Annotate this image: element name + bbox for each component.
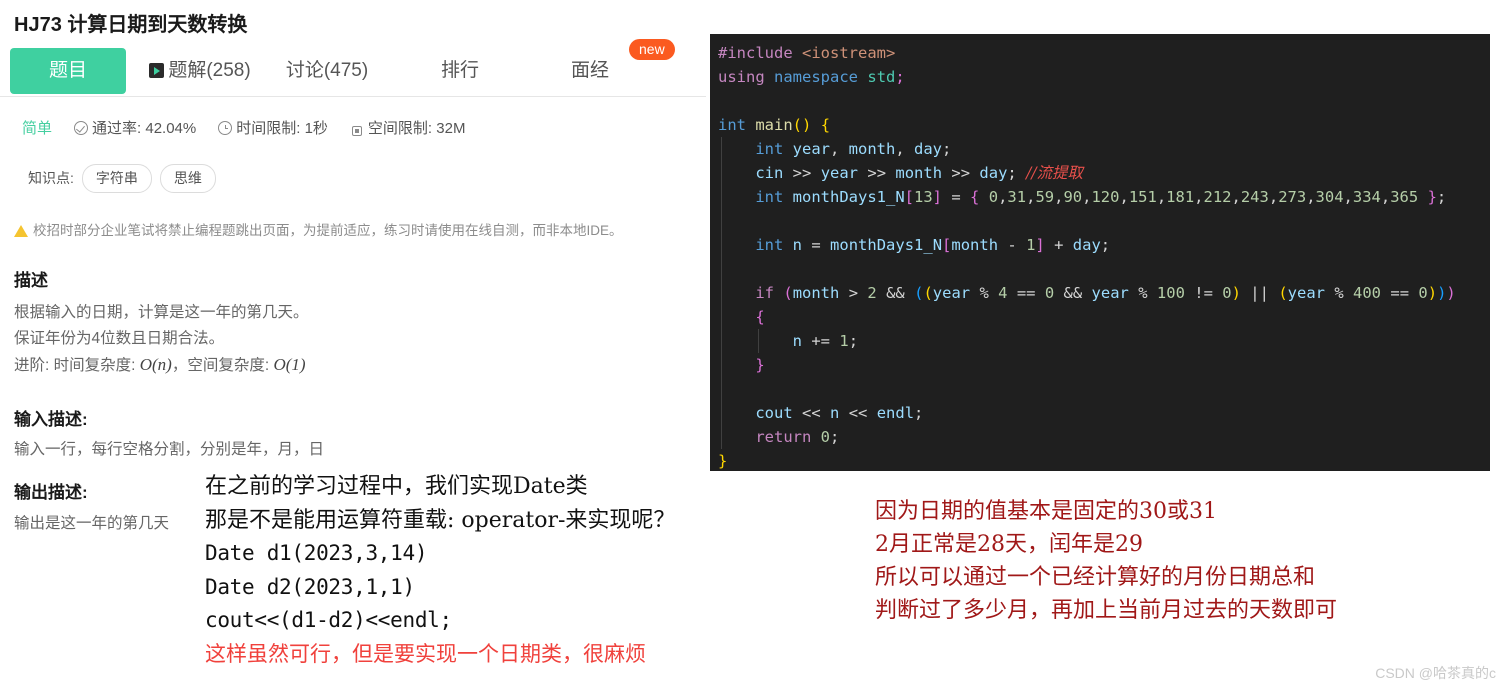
output-heading: 输出描述: (14, 483, 88, 502)
code-line: int main() { (718, 116, 831, 134)
pass-rate-item: 通过率: 42.04% (74, 117, 196, 138)
difficulty-label: 简单 (22, 120, 53, 137)
description-line-2: 保证年份为4位数且日期合法。 (14, 330, 225, 347)
annotation-left-line-1: 在之前的学习过程中，我们实现Date类 (205, 474, 588, 499)
annotation-left-line-5: cout<<(d1-d2)<<endl; (205, 608, 452, 632)
code-line (718, 209, 1456, 233)
code-content: #include <iostream> using namespace std; … (718, 41, 1456, 471)
code-line: } (718, 353, 1456, 377)
tab-problem-label: 题目 (48, 60, 87, 81)
tab-bar: 题目 题解(258) 讨论(475) 排行 面经 (0, 48, 706, 97)
time-limit-label: 时间限制: 1秒 (236, 120, 328, 137)
tab-discussion-label: 讨论(475) (285, 60, 369, 81)
code-line: if (month > 2 && ((year % 4 == 0 && year… (718, 281, 1456, 305)
tab-solutions-label: 题解(258) (168, 60, 251, 81)
annotation-left-line-6: 这样虽然可行，但是要实现一个日期类，很麻烦 (205, 641, 646, 666)
clock-icon (218, 121, 233, 135)
play-icon (149, 63, 165, 78)
annotation-left-line-4: Date d2(2023,1,1) (205, 574, 415, 599)
description-heading: 描述 (14, 271, 48, 290)
code-line (718, 377, 1456, 401)
output-description-text: 输出是这一年的第几天 (14, 515, 170, 532)
page-title: HJ73 计算日期到天数转换 (14, 14, 248, 36)
code-editor[interactable]: #include <iostream> using namespace std; … (710, 34, 1490, 471)
annotation-right: 因为日期的值基本是固定的30或31 2月正常是28天，闰年是29 所以可以通过一… (875, 495, 1337, 627)
code-line: cin >> year >> month >> day; //流提取 (718, 161, 1456, 185)
tag-thinking[interactable]: 思维 (159, 164, 216, 193)
annotation-left: 在之前的学习过程中，我们实现Date类 那是不是能用运算符重载: operato… (205, 470, 675, 671)
code-line: int year, month, day; (718, 137, 1456, 161)
advanced-prefix: 进阶: 时间复杂度: (14, 357, 136, 374)
space-limit-label: 空间限制: 32M (367, 120, 466, 137)
code-line: } (718, 452, 728, 470)
description-advanced-line: 进阶: 时间复杂度: O(n)，空间复杂度: O(1) (14, 352, 306, 379)
input-heading: 输入描述: (14, 410, 88, 429)
csdn-watermark: CSDN @哈茶真的c (1375, 665, 1496, 681)
tag-string[interactable]: 字符串 (81, 164, 152, 193)
annotation-left-line-2: 那是不是能用运算符重载: operator-来实现呢？ (205, 507, 676, 533)
code-line: cout << n << endl; (718, 401, 1456, 425)
big-o-n: O(n) (139, 355, 172, 374)
annotation-right-line-3: 所以可以通过一个已经计算好的月份日期总和 (875, 565, 1316, 590)
tab-interview[interactable]: 面经 (550, 48, 630, 94)
code-line: using namespace std; (718, 68, 905, 86)
notice-banner: 校招时部分企业笔试将禁止编程题跳出页面，为提前适应，练习时请使用在线自测，而非本… (14, 219, 623, 239)
tab-ranking[interactable]: 排行 (420, 48, 500, 94)
code-line: { (718, 305, 1456, 329)
notice-text: 校招时部分企业笔试将禁止编程题跳出页面，为提前适应，练习时请使用在线自测，而非本… (33, 223, 623, 238)
annotation-left-line-3: Date d1(2023,3,14) (205, 541, 428, 565)
knowledge-tags-row: 知识点: 字符串 思维 (28, 164, 224, 193)
tab-interview-label: 面经 (570, 60, 609, 81)
advanced-mid: ，空间复杂度: (171, 357, 270, 374)
warning-triangle-icon (14, 225, 28, 237)
check-circle-icon (74, 121, 89, 135)
input-description-text: 输入一行，每行空格分割，分别是年，月，日 (14, 441, 325, 458)
time-limit-item: 时间限制: 1秒 (218, 117, 328, 138)
tab-ranking-label: 排行 (440, 60, 479, 81)
annotation-right-line-4: 判断过了多少月，再加上当前月过去的天数即可 (875, 598, 1338, 623)
problem-meta-row: 简单 通过率: 42.04% 时间限制: 1秒 空间限制: 32M (22, 117, 487, 138)
annotation-right-line-1: 因为日期的值基本是固定的30或31 (875, 499, 1217, 524)
tab-discussion[interactable]: 讨论(475) (272, 48, 382, 94)
knowledge-label: 知识点: (28, 170, 74, 186)
code-line: #include <iostream> (718, 44, 896, 62)
description-line-1: 根据输入的日期，计算是这一年的第几天。 (14, 304, 309, 321)
new-badge: new (629, 39, 675, 60)
code-line: int n = monthDays1_N[month - 1] + day; (718, 233, 1456, 257)
tab-problem[interactable]: 题目 (10, 48, 126, 94)
code-line (718, 257, 1456, 281)
tab-solutions[interactable]: 题解(258) (140, 48, 260, 94)
pass-rate-label: 通过率: 42.04% (92, 120, 197, 137)
code-line: int monthDays1_N[13] = { 0,31,59,90,120,… (718, 185, 1456, 209)
code-line: return 0; (718, 425, 1456, 449)
code-line: n += 1; (718, 329, 1456, 353)
chip-icon (351, 126, 362, 136)
space-limit-item: 空间限制: 32M (350, 117, 466, 138)
annotation-right-line-2: 2月正常是28天，闰年是29 (875, 532, 1143, 557)
big-o-1: O(1) (273, 355, 306, 374)
